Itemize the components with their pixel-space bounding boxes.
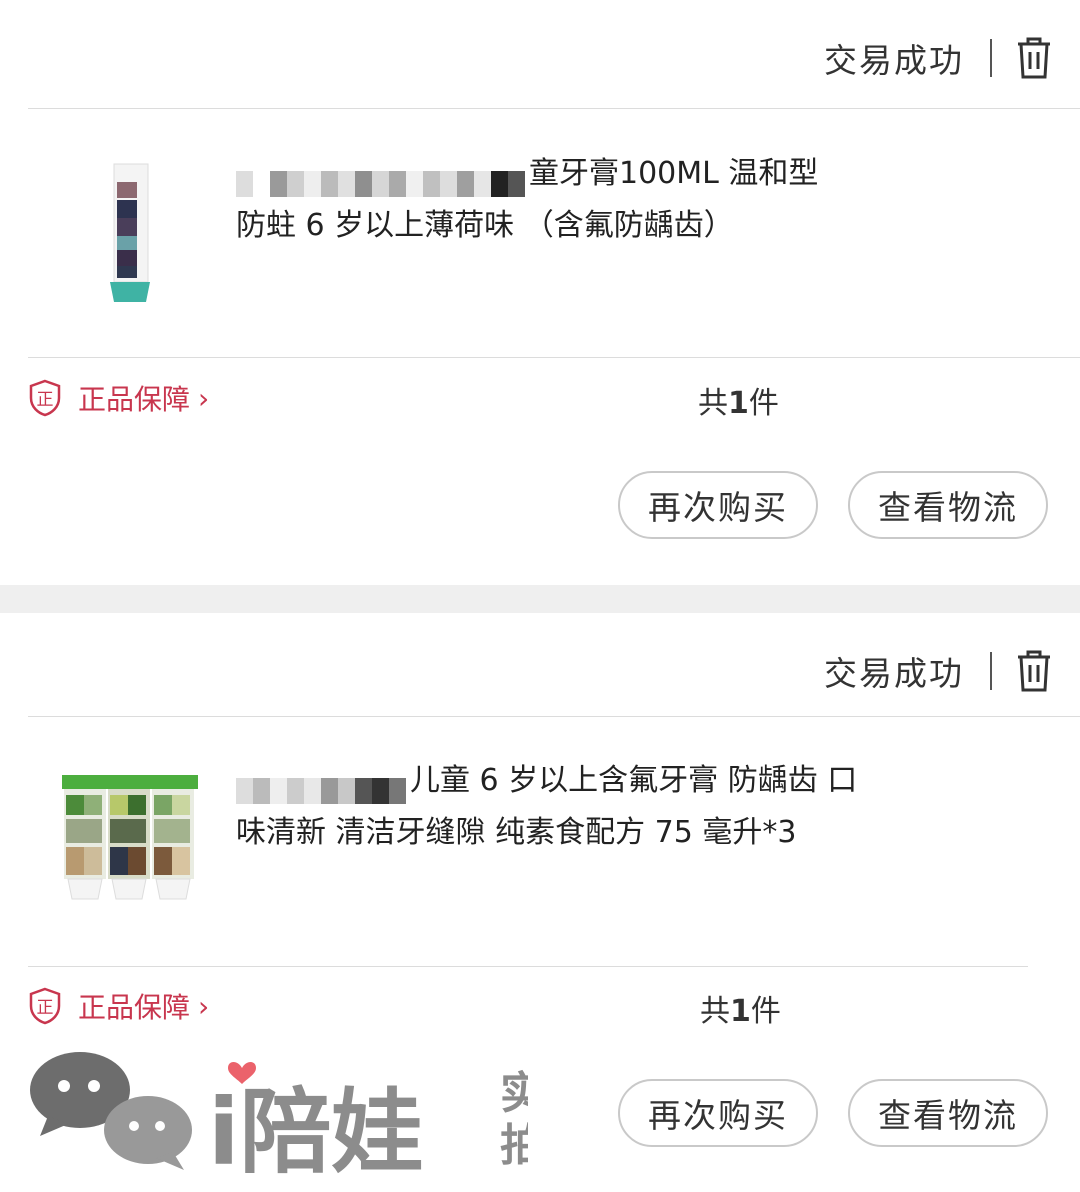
product-title[interactable]: 儿童 6 岁以上含氟牙膏 防龋齿 口 味清新 清洁牙缝隙 纯素食配方 75 毫升… bbox=[236, 755, 916, 859]
product-title-line: 味清新 清洁牙缝隙 纯素食配方 75 毫升*3 bbox=[236, 815, 797, 850]
order-status-row: 交易成功 bbox=[824, 643, 1054, 699]
svg-text:正: 正 bbox=[37, 390, 54, 410]
chevron-right-icon: › bbox=[198, 989, 210, 1023]
svg-text:i陪娃: i陪娃 bbox=[208, 1079, 424, 1176]
divider bbox=[28, 966, 1028, 967]
product-title-line: 童牙膏100ML 温和型 bbox=[236, 148, 936, 200]
svg-text:拍: 拍 bbox=[500, 1120, 528, 1171]
divider bbox=[28, 357, 1080, 358]
order-status: 交易成功 bbox=[824, 41, 964, 80]
product-title-line: 儿童 6 岁以上含氟牙膏 防龋齿 口 bbox=[236, 755, 916, 807]
svg-text:正: 正 bbox=[37, 998, 54, 1018]
product-title-line: 防蛀 6 岁以上薄荷味 （含氟防龋齿） bbox=[236, 208, 734, 243]
section-separator bbox=[0, 585, 1080, 613]
svg-text:实: 实 bbox=[500, 1068, 528, 1119]
product-title-text: 童牙膏100ML 温和型 bbox=[529, 156, 819, 191]
status-divider bbox=[990, 39, 992, 77]
trash-icon[interactable] bbox=[1014, 649, 1054, 693]
redacted-brand bbox=[236, 162, 525, 197]
divider bbox=[28, 108, 1080, 109]
product-title-text: 儿童 6 岁以上含氟牙膏 防龋齿 口 bbox=[410, 763, 858, 798]
chevron-right-icon: › bbox=[198, 381, 210, 415]
status-divider bbox=[990, 652, 992, 690]
view-logistics-button[interactable]: 查看物流 bbox=[848, 1079, 1048, 1147]
chat-bubble-icon bbox=[30, 1052, 192, 1170]
shield-icon: 正 bbox=[29, 379, 61, 417]
product-image[interactable] bbox=[60, 771, 200, 906]
product-title[interactable]: 童牙膏100ML 温和型 防蛀 6 岁以上薄荷味 （含氟防龋齿） bbox=[236, 148, 936, 252]
rebuy-button[interactable]: 再次购买 bbox=[618, 1079, 818, 1147]
guarantee-link[interactable]: 正 正品保障 › bbox=[28, 378, 209, 418]
rebuy-button[interactable]: 再次购买 bbox=[618, 471, 818, 539]
guarantee-label: 正品保障 bbox=[78, 991, 191, 1024]
order-status: 交易成功 bbox=[824, 654, 964, 693]
view-logistics-button[interactable]: 查看物流 bbox=[848, 471, 1048, 539]
product-image[interactable] bbox=[100, 160, 156, 310]
divider bbox=[28, 716, 1080, 717]
shield-icon: 正 bbox=[29, 987, 61, 1025]
watermark-logo: i陪娃 实 拍 bbox=[30, 1052, 528, 1176]
redacted-brand bbox=[236, 769, 406, 804]
trash-icon[interactable] bbox=[1014, 36, 1054, 80]
order-status-row: 交易成功 bbox=[824, 30, 1054, 86]
item-count: 共1件 bbox=[700, 994, 781, 1029]
order-card: 交易成功 童牙膏100ML 温和型 防蛀 6 岁以上薄荷味 （含氟防龋齿） 正 … bbox=[0, 0, 1080, 585]
guarantee-label: 正品保障 bbox=[78, 383, 191, 416]
guarantee-link[interactable]: 正 正品保障 › bbox=[28, 986, 209, 1026]
item-count: 共1件 bbox=[698, 386, 779, 421]
